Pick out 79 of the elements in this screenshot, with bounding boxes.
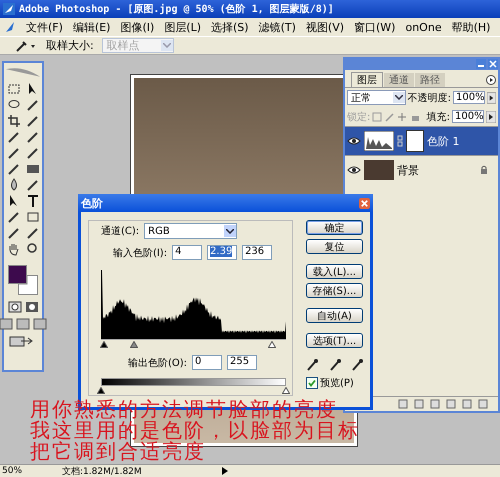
dialog-button[interactable]: 选项(T)... — [306, 333, 363, 348]
output-level-field[interactable]: 255 — [227, 355, 258, 370]
screen-mode-icon[interactable] — [16, 317, 30, 331]
slider-handle[interactable] — [97, 387, 105, 394]
dialog-button[interactable]: 存储(S)... — [306, 283, 363, 298]
output-level-field[interactable]: 0 — [192, 355, 222, 370]
rectangle-icon[interactable] — [26, 210, 40, 224]
menu-item[interactable]: 图像(I) — [120, 20, 154, 34]
close-icon[interactable] — [488, 59, 498, 69]
panel-tab[interactable]: 路径 — [415, 73, 445, 87]
fill-label: 填充: — [426, 110, 450, 124]
window-title: Adobe Photoshop - [原图.jpg @ 50% (色阶 1, 图层蒙版/8)] — [19, 2, 334, 16]
arrow-right-icon[interactable] — [486, 110, 496, 122]
sample-size-label: 取样大小: — [46, 38, 94, 53]
arrow-right-icon[interactable] — [222, 467, 228, 475]
chain-icon — [397, 135, 403, 147]
histogram-thumbnail — [364, 131, 394, 151]
menu-item[interactable]: 视图(V) — [306, 20, 344, 34]
layer-row[interactable]: 色阶 1 — [345, 126, 498, 155]
quick-mask-icon[interactable] — [24, 300, 38, 314]
input-level-field[interactable]: 2.39 — [207, 245, 238, 260]
slider-handle[interactable] — [282, 387, 290, 394]
minimize-icon[interactable] — [476, 59, 486, 69]
preview-checkbox[interactable] — [306, 377, 318, 389]
menu-item[interactable]: 窗口(W) — [354, 20, 396, 34]
eye-icon[interactable] — [347, 165, 361, 175]
dialog-button[interactable]: 载入(L)... — [306, 264, 363, 279]
menu-item[interactable]: 文件(F) — [26, 20, 63, 34]
annotation-text: 把它调到合适亮度 — [30, 442, 206, 463]
opacity-label: 不透明度: — [408, 92, 452, 104]
preview-label: 预览(P) — [320, 377, 354, 390]
blend-mode-dropdown[interactable]: 正常 — [347, 90, 406, 105]
feather-icon — [4, 65, 42, 79]
fill-field[interactable]: 100% — [452, 110, 484, 123]
layer-row[interactable]: 背景 — [345, 155, 498, 184]
dialog-button[interactable]: 复位 — [306, 239, 363, 254]
caret-icon — [162, 43, 171, 48]
foreground-color-swatch[interactable] — [8, 265, 27, 284]
feather-logo-icon — [4, 21, 16, 33]
dialog-title: 色阶 — [81, 196, 103, 210]
menu-item[interactable]: 帮助(H) — [452, 20, 490, 34]
input-levels-label: 输入色阶(I): — [112, 246, 168, 260]
arrow-right-icon[interactable] — [487, 92, 496, 104]
channel-label: 通道(C): — [101, 224, 140, 238]
layer-name: 色阶 1 — [427, 134, 460, 148]
crop-icon[interactable] — [6, 114, 20, 128]
dialog-button[interactable]: 自动(A) — [306, 308, 363, 323]
menu-item[interactable]: onOne — [405, 20, 442, 34]
menu-item[interactable]: 图层(L) — [164, 20, 202, 34]
menu-item[interactable]: 选择(S) — [211, 20, 249, 34]
document-size: 文档:1.82M/1.82M — [62, 466, 142, 477]
screen-mode-icon[interactable] — [33, 317, 47, 331]
text-icon[interactable] — [26, 194, 40, 208]
marquee-icon[interactable] — [6, 82, 20, 96]
gradient-icon[interactable] — [26, 162, 40, 176]
input-level-field[interactable]: 236 — [242, 245, 272, 260]
feather-logo-icon — [3, 3, 15, 15]
dialog-button[interactable]: 确定 — [306, 220, 363, 235]
panel-tab[interactable]: 通道 — [384, 73, 414, 87]
channel-dropdown[interactable]: RGB — [144, 223, 238, 239]
standard-mode-icon[interactable] — [8, 300, 22, 314]
caret-icon — [226, 228, 234, 234]
input-level-field[interactable]: 4 — [172, 245, 202, 260]
hand-icon[interactable] — [6, 242, 20, 256]
panel-tab[interactable]: 图层 — [351, 72, 383, 87]
opacity-field[interactable]: 100% — [453, 91, 486, 104]
close-icon[interactable] — [359, 198, 370, 208]
caret-icon — [394, 95, 403, 100]
menu-item[interactable]: 滤镜(T) — [258, 20, 296, 34]
mask-thumbnail — [406, 130, 424, 152]
screen-mode-icon[interactable] — [0, 317, 13, 331]
output-levels-label: 输出色阶(O): — [128, 356, 188, 370]
photo-thumbnail — [364, 160, 394, 180]
lock-label: 锁定: — [347, 110, 370, 124]
panel-menu-icon[interactable] — [486, 75, 496, 85]
zoom-level: 50% — [1, 466, 24, 476]
menu-item[interactable]: 编辑(E) — [72, 20, 110, 34]
eye-icon[interactable] — [347, 136, 361, 146]
layer-name: 背景 — [397, 162, 419, 178]
